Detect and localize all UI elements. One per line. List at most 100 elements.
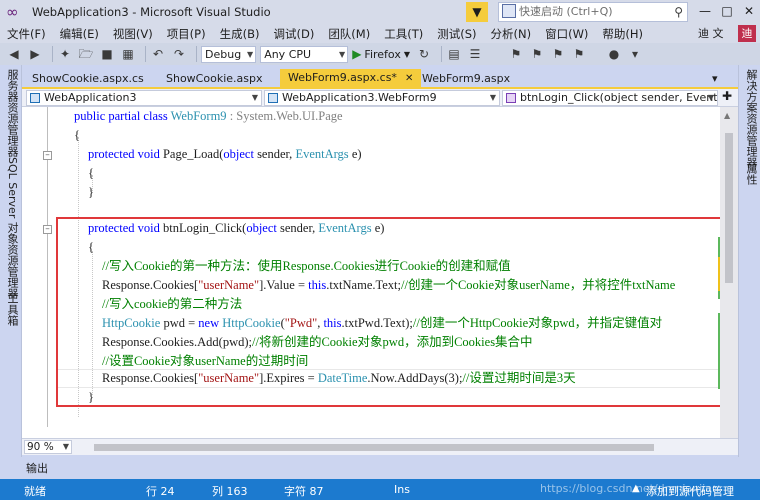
user-name[interactable]: 迪 文 [698, 25, 724, 41]
code-editor[interactable]: – – public partial class WebForm9 : Syst… [22, 107, 738, 438]
code-line-brace: { [88, 166, 94, 180]
bookmark-icon[interactable]: ⚑ [508, 46, 524, 62]
configuration-value: Debug [205, 47, 242, 61]
editor-bottom-bar: 90 % ▼ [22, 438, 738, 455]
close-button[interactable]: ✕ [738, 0, 760, 22]
solution-configuration-select[interactable]: Debug ▼ [201, 45, 257, 63]
zoom-value: 90 % [27, 441, 54, 453]
highlight-annotation-box [56, 217, 726, 407]
status-insert-mode: Ins [394, 483, 410, 496]
menu-view[interactable]: 视图(V) [106, 26, 160, 42]
next-bookmark-icon[interactable]: ⚑ [550, 46, 566, 62]
menu-file[interactable]: 文件(F) [0, 26, 53, 42]
menu-edit[interactable]: 编辑(E) [53, 26, 106, 42]
output-tab[interactable]: 输出 [26, 460, 48, 476]
menu-debug[interactable]: 调试(D) [266, 26, 321, 42]
split-window-icon[interactable]: ✚ [722, 89, 732, 103]
quick-launch-input[interactable]: 快速启动 (Ctrl+Q) ⚲ [498, 2, 688, 22]
chevron-down-icon: ▼ [707, 93, 714, 102]
new-project-icon[interactable]: ✦ [57, 46, 73, 62]
zoom-dropdown[interactable]: 90 % ▼ [24, 440, 72, 454]
menu-project[interactable]: 项目(P) [160, 26, 213, 42]
minimize-button[interactable]: — [694, 0, 716, 22]
menu-tools[interactable]: 工具(T) [377, 26, 430, 42]
status-ready: 就绪 [24, 485, 46, 498]
sql-server-object-explorer-tab[interactable]: SQL Server 对象资源管理器 [4, 157, 20, 299]
redo-icon[interactable]: ↷ [171, 46, 187, 62]
scrollbar-thumb[interactable] [725, 133, 733, 283]
tab-overflow-icon[interactable]: ▾ [708, 70, 722, 87]
avatar[interactable]: 迪 [738, 25, 756, 42]
browser-link-icon[interactable]: ▤ [446, 46, 462, 62]
navigate-back-icon[interactable]: ◀ [6, 46, 22, 62]
class-icon [268, 93, 278, 103]
title-bar: ∞ WebApplication3 - Microsoft Visual Stu… [0, 0, 760, 24]
prev-bookmark-icon[interactable]: ⚑ [529, 46, 545, 62]
menu-window[interactable]: 窗口(W) [538, 26, 595, 42]
comment-icon[interactable]: ☰ [467, 46, 483, 62]
clear-bookmarks-icon[interactable]: ⚑ [571, 46, 587, 62]
toolbar-separator [196, 46, 197, 62]
quick-launch-icon [502, 4, 516, 18]
collapse-icon[interactable]: – [43, 151, 52, 160]
visual-studio-logo-icon: ∞ [6, 3, 19, 21]
toolbar-separator [52, 46, 53, 62]
solution-explorer-tab[interactable]: 解决方案资源管理器 [743, 69, 759, 168]
tab-showcookie-aspx[interactable]: ShowCookie.aspx [158, 70, 270, 87]
save-all-icon[interactable]: ▦ [120, 46, 136, 62]
play-icon: ▶ [352, 47, 362, 61]
horizontal-scrollbar-thumb[interactable] [94, 444, 654, 451]
search-icon[interactable]: ⚲ [674, 3, 683, 21]
right-tool-strip: 解决方案资源管理器 属性 [738, 65, 760, 457]
maximize-button[interactable]: □ [716, 0, 738, 22]
tab-label: WebForm9.aspx.cs* [288, 71, 397, 84]
menu-help[interactable]: 帮助(H) [595, 26, 650, 42]
close-tab-icon[interactable]: ✕ [405, 73, 413, 84]
menu-team[interactable]: 团队(M) [321, 26, 377, 42]
refresh-icon[interactable]: ↻ [416, 46, 432, 62]
server-explorer-tab[interactable]: 服务器资源管理器 [4, 69, 20, 157]
start-debugging-button[interactable]: ▶ Firefox ▼ [352, 47, 410, 61]
lock-icon[interactable]: ● [606, 46, 622, 62]
left-tool-strip: 服务器资源管理器 SQL Server 对象资源管理器 工具箱 [0, 65, 22, 457]
code-line-class-decl: public partial class WebForm9 : System.W… [74, 109, 343, 123]
tab-webform9-aspx-cs[interactable]: WebForm9.aspx.cs* ✕ [280, 69, 422, 87]
chevron-down-icon: ▼ [247, 49, 254, 59]
member-dropdown[interactable]: btnLogin_Click(object sender, EventArgs … [502, 90, 718, 106]
project-dropdown[interactable]: WebApplication3 ▼ [26, 90, 262, 106]
menu-test[interactable]: 测试(S) [430, 26, 483, 42]
open-file-icon[interactable]: 🗁 [78, 46, 94, 62]
chevron-down-icon: ▼ [62, 442, 69, 451]
status-char: 字符 87 [284, 485, 324, 498]
tab-webform9-aspx[interactable]: WebForm9.aspx [414, 70, 518, 87]
status-line: 行 24 [146, 485, 175, 498]
member-value: btnLogin_Click(object sender, EventArgs … [520, 91, 718, 104]
collapse-icon[interactable]: – [43, 225, 52, 234]
standard-toolbar: ◀ ▶ ✦ 🗁 ■ ▦ ↶ ↷ Debug ▼ Any CPU ▼ ▶ Firefox… [0, 43, 760, 65]
toolbar-overflow-icon[interactable]: ▾ [627, 46, 643, 62]
toolbar-separator [440, 46, 442, 62]
class-value: WebApplication3.WebForm9 [282, 91, 437, 104]
code-line-brace: } [88, 185, 94, 199]
menu-analyze[interactable]: 分析(N) [484, 26, 539, 42]
project-value: WebApplication3 [44, 91, 137, 104]
window-title: WebApplication3 - Microsoft Visual Studi… [32, 5, 271, 19]
class-dropdown[interactable]: WebApplication3.WebForm9 ▼ [264, 90, 500, 106]
toolbox-tab[interactable]: 工具箱 [4, 293, 20, 326]
tab-showcookie-aspx-cs[interactable]: ShowCookie.aspx.cs [24, 70, 152, 87]
properties-tab[interactable]: 属性 [743, 163, 759, 185]
toolbar-separator [145, 46, 146, 62]
csharp-project-icon [30, 93, 40, 103]
code-line-page-load: protected void Page_Load(object sender, … [88, 147, 362, 161]
chevron-down-icon: ▼ [251, 93, 258, 102]
save-icon[interactable]: ■ [99, 46, 115, 62]
solution-platform-select[interactable]: Any CPU ▼ [260, 45, 349, 63]
notification-flag-icon[interactable]: ▼ [466, 2, 488, 22]
navigate-forward-icon[interactable]: ▶ [27, 46, 43, 62]
scroll-up-icon[interactable]: ▲ [724, 111, 730, 120]
vertical-scrollbar[interactable]: ▲ [720, 107, 738, 438]
quick-launch-placeholder: 快速启动 (Ctrl+Q) [519, 5, 613, 18]
chevron-down-icon: ▼ [489, 93, 496, 102]
menu-build[interactable]: 生成(B) [213, 26, 267, 42]
undo-icon[interactable]: ↶ [150, 46, 166, 62]
